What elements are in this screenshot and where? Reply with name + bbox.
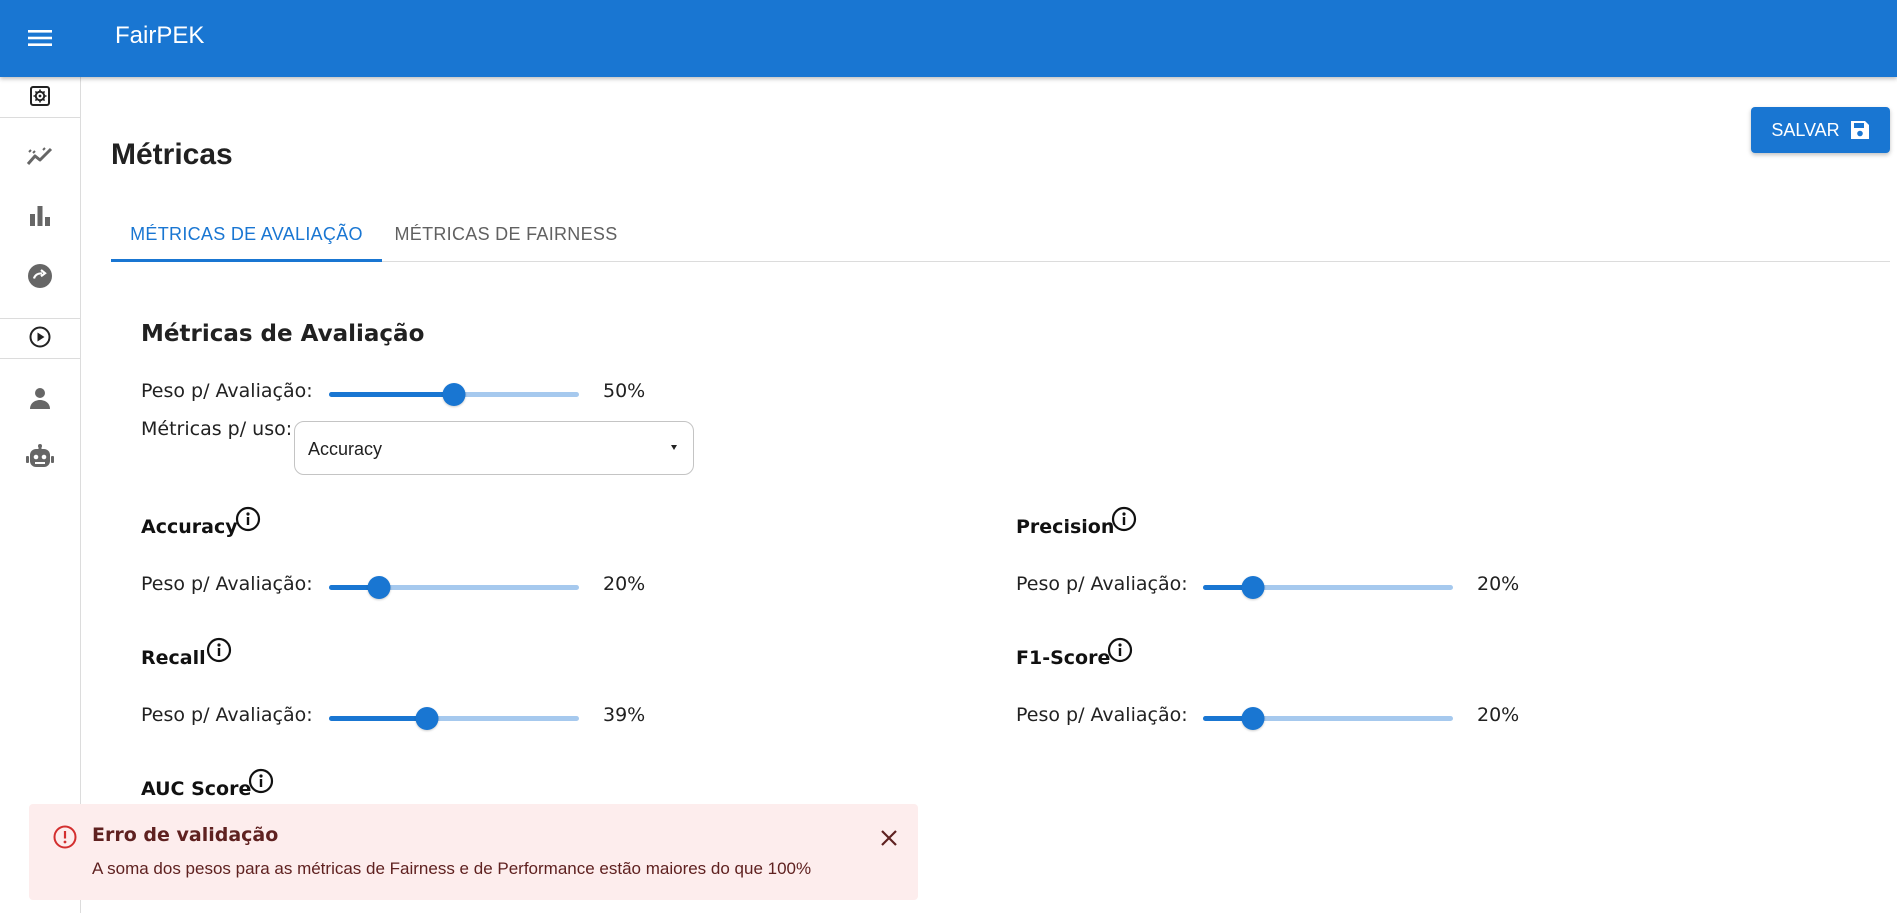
slider-track <box>329 716 427 721</box>
slider-thumb[interactable] <box>1241 576 1265 599</box>
slider-thumb[interactable] <box>1241 707 1265 730</box>
f1-score-weight-value: 20% <box>1477 704 1520 726</box>
menu-icon <box>28 30 52 46</box>
tab-evaluation-metrics[interactable]: MÉTRICAS DE AVALIAÇÃO <box>111 206 382 262</box>
settings-box-icon <box>30 86 50 106</box>
f1-score-weight-slider[interactable] <box>1203 706 1453 730</box>
accuracy-weight-value: 20% <box>603 573 646 595</box>
sidebar-item-robot[interactable] <box>0 435 80 479</box>
menu-button[interactable] <box>18 20 62 56</box>
metric-name-recall: Recall <box>141 647 206 669</box>
tab-bar: MÉTRICAS DE AVALIAÇÃO MÉTRICAS DE FAIRNE… <box>111 206 1890 262</box>
alert-message: A soma dos pesos para as métricas de Fai… <box>92 859 812 878</box>
recall-weight-slider[interactable] <box>329 706 579 730</box>
sidebar-divider <box>0 117 80 118</box>
active-tab-indicator <box>111 259 382 262</box>
info-icon[interactable] <box>235 506 261 532</box>
slider-track <box>329 392 454 397</box>
alert-title: Erro de validação <box>92 824 279 846</box>
sidebar-item-sync[interactable] <box>0 254 80 298</box>
person-icon <box>30 388 50 409</box>
page-title: Métricas <box>111 138 233 171</box>
trending-chart-icon <box>26 147 53 165</box>
slider-thumb[interactable] <box>442 383 466 406</box>
accuracy-weight-label: Peso p/ Avaliação: <box>141 573 313 595</box>
app-title: FairPEK <box>115 22 205 49</box>
sync-circle-icon <box>28 264 52 288</box>
validation-error-alert: Erro de validação A soma dos pesos para … <box>29 804 918 900</box>
tab-fairness-metrics[interactable]: MÉTRICAS DE FAIRNESS <box>389 206 623 262</box>
evaluation-weight-value: 50% <box>603 380 646 402</box>
slider-thumb[interactable] <box>415 707 438 730</box>
sidebar-item-charts[interactable] <box>0 194 80 238</box>
sidebar-item-settings[interactable] <box>0 74 80 118</box>
sidebar-item-analytics[interactable] <box>0 134 80 178</box>
sidebar-item-run[interactable] <box>0 315 80 359</box>
info-icon[interactable] <box>1111 506 1137 532</box>
close-icon[interactable] <box>877 826 901 850</box>
metrics-select[interactable]: Accuracy <box>294 421 694 475</box>
recall-weight-label: Peso p/ Avaliação: <box>141 704 313 726</box>
precision-weight-value: 20% <box>1477 573 1520 595</box>
sidebar-item-user[interactable] <box>0 376 80 420</box>
precision-weight-label: Peso p/ Avaliação: <box>1016 573 1188 595</box>
info-icon[interactable] <box>1107 637 1133 663</box>
sidebar-divider <box>0 358 80 359</box>
metric-name-precision: Precision <box>1016 516 1115 538</box>
f1-score-weight-label: Peso p/ Avaliação: <box>1016 704 1188 726</box>
recall-weight-value: 39% <box>603 704 646 726</box>
sidebar <box>0 77 81 913</box>
metric-name-auc-score: AUC Score <box>141 778 252 800</box>
evaluation-weight-slider[interactable] <box>329 382 579 406</box>
slider-thumb[interactable] <box>367 576 391 599</box>
section-title: Métricas de Avaliação <box>141 321 425 347</box>
evaluation-weight-label: Peso p/ Avaliação: <box>141 380 313 402</box>
play-circle-icon <box>29 326 51 348</box>
dropdown-arrow-icon <box>671 445 677 450</box>
bar-chart-icon <box>30 206 50 226</box>
app-bar: FairPEK <box>0 0 1897 77</box>
metric-name-f1-score: F1-Score <box>1016 647 1111 669</box>
metric-name-accuracy: Accuracy <box>141 516 238 538</box>
metrics-usage-label: Métricas p/ uso: <box>141 418 293 440</box>
info-icon[interactable] <box>248 768 274 794</box>
robot-icon <box>26 444 54 467</box>
metrics-select-value: Accuracy <box>308 439 383 459</box>
accuracy-weight-slider[interactable] <box>329 575 579 599</box>
save-icon <box>1850 121 1869 139</box>
save-button[interactable]: SALVAR <box>1751 107 1890 153</box>
precision-weight-slider[interactable] <box>1203 575 1453 599</box>
info-icon[interactable] <box>206 637 232 663</box>
save-button-label: SALVAR <box>1771 119 1840 140</box>
error-outline-icon <box>53 825 77 849</box>
